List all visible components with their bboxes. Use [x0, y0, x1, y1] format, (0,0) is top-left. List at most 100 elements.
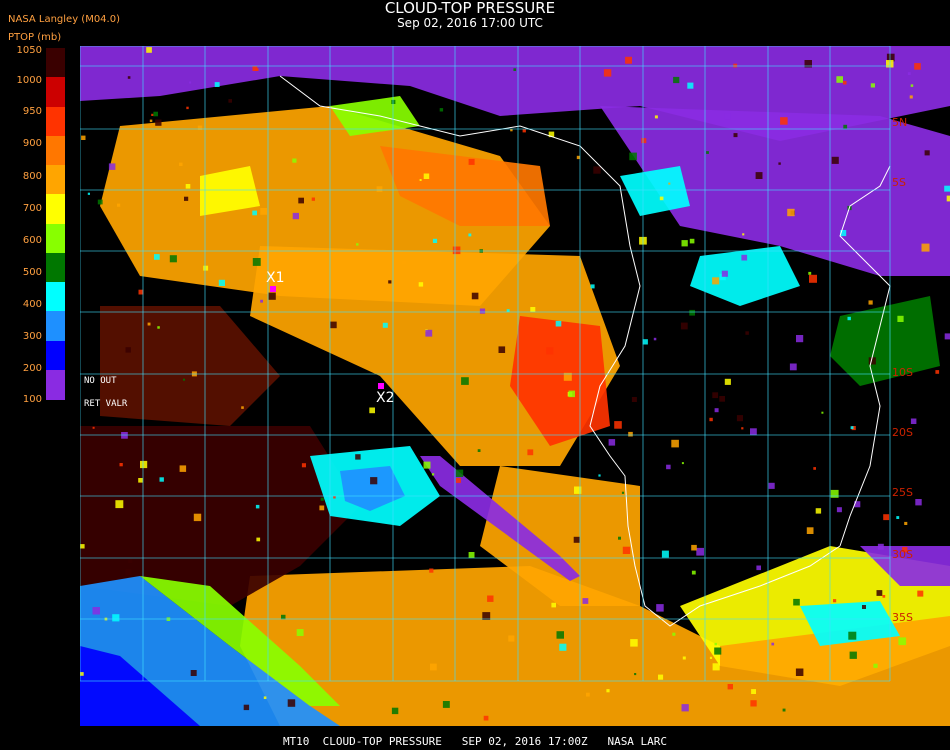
cloud-speck: [452, 246, 461, 255]
cloud-speck: [831, 156, 839, 164]
cloud-speck: [241, 406, 244, 409]
lat-label: 35S: [892, 611, 913, 624]
cloud-speck: [255, 504, 260, 509]
cloud-speck: [582, 598, 589, 604]
legend-swatch: [46, 369, 65, 400]
cloud-speck: [848, 631, 857, 640]
cloud-speck: [843, 124, 848, 129]
cloud-speck: [598, 474, 601, 477]
legend-tick: 700: [22, 203, 42, 214]
cloud-speck: [468, 158, 475, 165]
cloud-speck: [721, 270, 728, 277]
cloud-speck: [795, 668, 804, 676]
cloud-speck: [736, 415, 743, 422]
cloud-speck: [255, 68, 259, 71]
cloud-speck: [189, 81, 192, 84]
cloud-speck: [287, 699, 296, 707]
cloud-speck: [117, 203, 121, 207]
cloud-speck: [691, 544, 697, 551]
cloud-speck: [546, 347, 554, 355]
cloud-speck: [522, 129, 526, 133]
lat-label: 25S: [892, 486, 913, 499]
cloud-speck: [877, 543, 884, 550]
cloud-speck: [568, 390, 575, 398]
cloud-speck: [782, 708, 786, 712]
cloud-speck: [388, 280, 392, 284]
cloud-speck: [833, 599, 837, 603]
cloud-speck: [768, 482, 775, 489]
cloud-speck: [909, 95, 913, 99]
cloud-speck: [356, 243, 359, 246]
cloud-speck: [681, 704, 689, 712]
cloud-speck: [714, 408, 719, 413]
cloud-speck: [709, 656, 713, 659]
cloud-speck: [112, 614, 120, 622]
cloud-speck: [190, 670, 197, 676]
cloud-speck: [914, 63, 921, 70]
cloud-speck: [751, 689, 756, 694]
cloud-speck: [87, 192, 90, 195]
cloud-speck: [681, 462, 684, 465]
legend-swatch: [46, 311, 65, 341]
cloud-speck: [154, 254, 160, 260]
cloud-speck: [243, 704, 250, 711]
map-title: CLOUD-TOP PRESSURE: [384, 0, 556, 17]
cloud-speck: [461, 377, 469, 385]
cloud-speck: [439, 108, 444, 112]
cloud-speck: [793, 598, 800, 606]
cloud-speck: [468, 233, 472, 237]
cloud-speck: [108, 163, 116, 170]
producer-label: NASA Langley (M04.0): [8, 14, 120, 25]
cloud-speck: [756, 565, 761, 571]
cloud-speck: [712, 663, 720, 671]
cloud-speck: [836, 76, 843, 83]
cloud-speck: [654, 115, 658, 119]
cloud-speck: [455, 469, 464, 477]
cloud-speck: [631, 397, 637, 402]
cloud-speck: [658, 674, 664, 680]
cloud-speck: [423, 173, 430, 179]
cloud-speck: [97, 199, 103, 205]
cloud-speck: [706, 151, 709, 154]
cloud-speck: [256, 537, 261, 542]
cloud-speck: [630, 639, 638, 647]
cloud-speck: [714, 642, 717, 646]
cloud-speck: [689, 309, 695, 316]
cloud-speck: [183, 378, 185, 381]
cloud-speck: [508, 635, 515, 642]
cloud-speck: [423, 461, 431, 469]
cloud-speck: [382, 322, 388, 328]
legend-swatch: [46, 282, 65, 312]
cloud-speck: [159, 477, 164, 482]
legend-tick: 600: [22, 235, 42, 246]
cloud-speck: [673, 76, 680, 84]
cloud-speck: [870, 83, 875, 88]
cloud-speck: [185, 184, 191, 189]
no-out-label: NO OUT: [84, 376, 117, 386]
cloud-speck: [622, 546, 631, 554]
cloud-speck: [429, 568, 434, 573]
cloud-speck: [193, 513, 202, 522]
cloud-speck: [621, 491, 625, 494]
cloud-speck: [80, 544, 85, 549]
cloud-speck: [157, 326, 160, 329]
marker-point: [378, 383, 384, 389]
legend-swatch: [46, 135, 65, 166]
cloud-speck: [671, 439, 679, 448]
cloud-speck: [186, 106, 189, 110]
cloud-field: [80, 46, 950, 726]
cloud-speck: [830, 489, 839, 498]
cloud-speck: [910, 418, 917, 424]
cloud-speck: [593, 166, 601, 174]
cloud-speck: [138, 478, 143, 483]
cloud-speck: [292, 212, 299, 220]
cloud-speck: [468, 552, 475, 558]
cloud-speck: [147, 322, 151, 326]
cloud-speck: [391, 707, 399, 715]
cloud-speck: [319, 505, 325, 511]
cloud-speck: [745, 331, 749, 335]
cloud-speck: [125, 569, 132, 576]
cloud-speck: [218, 279, 225, 286]
cloud-speck: [252, 210, 257, 216]
cloud-speck: [153, 111, 158, 117]
